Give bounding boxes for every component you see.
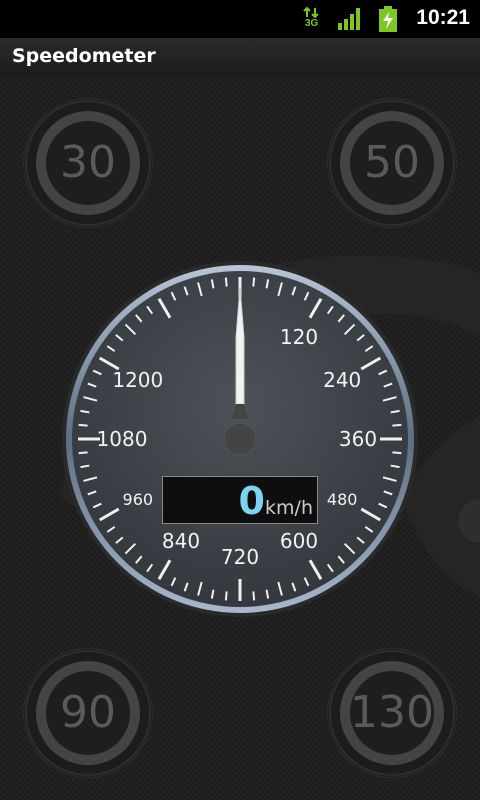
gauge-tick: [78, 451, 88, 455]
gauge-tick: [224, 277, 228, 287]
network-type-label: 3G: [305, 18, 319, 29]
gauge-tick: [392, 451, 402, 455]
gauge-label: 240: [323, 368, 361, 392]
app-title: Speedometer: [12, 45, 156, 67]
gauge-tick: [224, 591, 228, 601]
speed-limit-50[interactable]: 50: [327, 98, 457, 228]
network-3g-icon: 3G: [302, 6, 322, 32]
gauge-label: 600: [280, 529, 318, 553]
signal-icon: [338, 8, 364, 30]
gauge-label: 1080: [97, 427, 148, 451]
speed-unit: km/h: [265, 497, 313, 519]
speed-limit-value: 130: [350, 687, 434, 738]
title-bar: Speedometer: [0, 38, 480, 77]
gauge-label: 960: [123, 490, 154, 509]
speed-limit-30[interactable]: 30: [23, 98, 153, 228]
speed-limit-value: 30: [60, 137, 116, 188]
needle-hub: [223, 422, 257, 456]
speed-value: 0: [238, 479, 265, 523]
speed-limit-90[interactable]: 90: [23, 648, 153, 778]
gauge-tick: [392, 423, 402, 427]
gauge-label: 840: [162, 529, 200, 553]
status-bar: 3G 10:21: [0, 0, 480, 38]
speed-readout: 0 km/h: [162, 476, 318, 524]
battery-charging-icon: [378, 6, 398, 32]
speed-limit-value: 50: [364, 137, 420, 188]
speed-limit-130[interactable]: 130: [327, 648, 457, 778]
gauge-label: 360: [339, 427, 377, 451]
gauge-tick: [252, 277, 256, 287]
gauge-tick: [78, 423, 88, 427]
gauge-label: 720: [221, 545, 259, 569]
gauge-label: 120: [280, 325, 318, 349]
gauge-tick: [252, 591, 256, 601]
speedometer-gauge: 120 240 360 480 600 720 840 960 1080 1200: [60, 259, 420, 619]
status-time: 10:21: [416, 6, 470, 29]
gauge-label: 480: [327, 490, 358, 509]
gauge-label: 1200: [112, 368, 163, 392]
speed-limit-value: 90: [60, 687, 116, 738]
